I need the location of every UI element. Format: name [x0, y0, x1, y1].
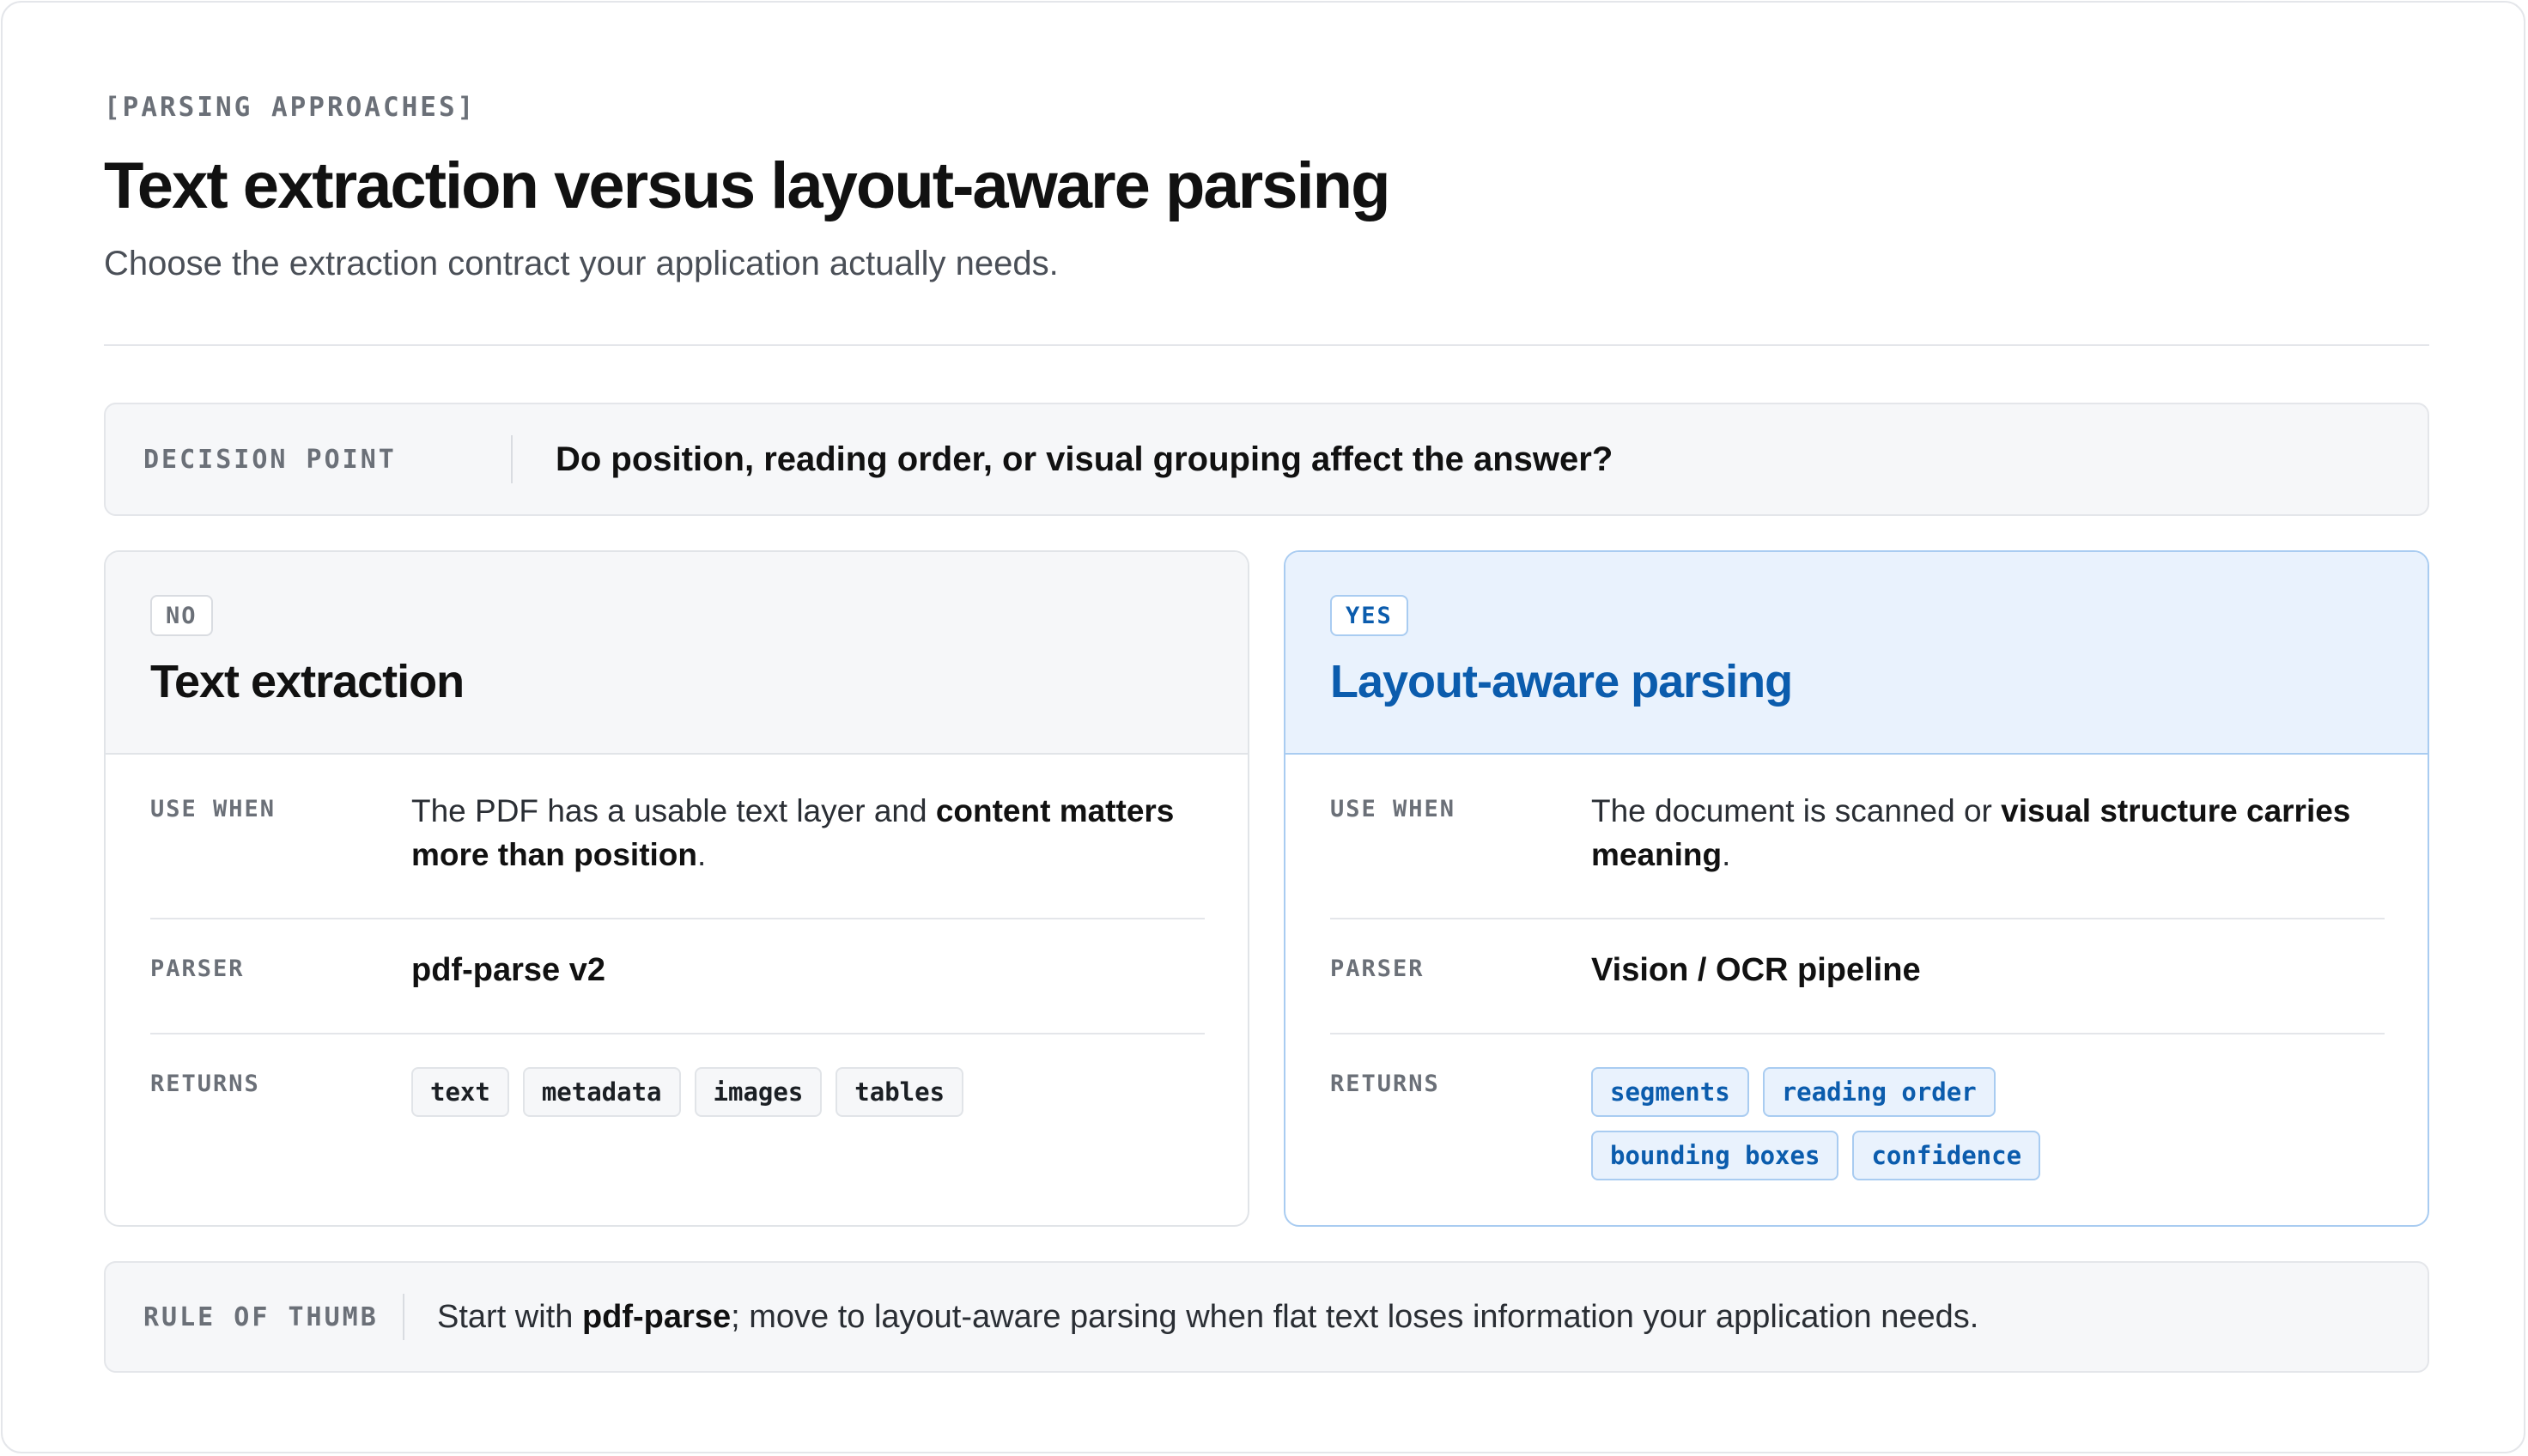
rule-emphasis: pdf-parse: [581, 1298, 732, 1335]
use-when-label: USE WHEN: [1330, 796, 1456, 822]
text-extraction-card: NO Text extraction USE WHEN The PDF has …: [104, 550, 1249, 1227]
use-when-text: The PDF has a usable text layer and: [411, 793, 936, 828]
page-subtitle: Choose the extraction contract your appl…: [104, 245, 1059, 282]
return-chip-bounding-boxes: bounding boxes: [1591, 1131, 1839, 1180]
section-eyebrow: [PARSING APPROACHES]: [104, 92, 477, 123]
layout-aware-parsing-card: YES Layout-aware parsing USE WHEN The do…: [1284, 550, 2429, 1227]
row-divider: [1330, 918, 2385, 919]
row-divider: [150, 1033, 1205, 1034]
returns-chip-list: text metadata images tables: [411, 1067, 1064, 1117]
returns-label: RETURNS: [150, 1071, 260, 1097]
parser-value: Vision / OCR pipeline: [1591, 952, 1921, 988]
return-chip-reading-order: reading order: [1762, 1067, 1996, 1117]
rule-prefix: Start with: [437, 1298, 582, 1335]
rule-of-thumb-text: Start with pdf-parse; move to layout-awa…: [437, 1263, 1978, 1371]
return-chip-text: text: [411, 1067, 509, 1117]
use-when-period: .: [1722, 837, 1731, 872]
rule-of-thumb-panel: RULE OF THUMB Start with pdf-parse; move…: [104, 1261, 2429, 1373]
verdict-badge-yes: YES: [1330, 595, 1408, 636]
return-chip-images: images: [694, 1067, 823, 1117]
use-when-label: USE WHEN: [150, 796, 276, 822]
returns-label: RETURNS: [1330, 1071, 1440, 1097]
return-chip-segments: segments: [1591, 1067, 1749, 1117]
verdict-badge-no: NO: [150, 595, 213, 636]
diagram-frame: [PARSING APPROACHES] Text extraction ver…: [1, 1, 2525, 1453]
parser-label: PARSER: [150, 956, 245, 982]
rule-of-thumb-label: RULE OF THUMB: [143, 1301, 379, 1332]
rule-suffix: ; move to layout-aware parsing when flat…: [731, 1298, 1979, 1335]
header-divider: [104, 344, 2429, 346]
parser-label: PARSER: [1330, 956, 1425, 982]
decision-point-label: DECISION POINT: [143, 444, 397, 475]
decision-point-panel: DECISION POINT Do position, reading orde…: [104, 403, 2429, 516]
parser-value: pdf-parse v2: [411, 952, 605, 988]
decision-point-separator: [511, 435, 513, 483]
row-divider: [1330, 1033, 2385, 1034]
page-title: Text extraction versus layout-aware pars…: [104, 149, 1390, 222]
use-when-text: The document is scanned or: [1591, 793, 2002, 828]
decision-point-question: Do position, reading order, or visual gr…: [556, 440, 1613, 478]
row-divider: [150, 918, 1205, 919]
return-chip-confidence: confidence: [1852, 1131, 2041, 1180]
use-when-period: .: [697, 837, 707, 872]
return-chip-tables: tables: [836, 1067, 964, 1117]
card-title: Text extraction: [150, 656, 465, 707]
card-header: NO Text extraction: [106, 552, 1248, 755]
card-title: Layout-aware parsing: [1330, 656, 1793, 707]
card-header: YES Layout-aware parsing: [1285, 552, 2428, 755]
returns-chip-list: segments reading order bounding boxes co…: [1591, 1067, 2244, 1180]
return-chip-metadata: metadata: [522, 1067, 681, 1117]
use-when-value: The PDF has a usable text layer and cont…: [411, 789, 1184, 877]
rule-of-thumb-separator: [403, 1294, 404, 1340]
use-when-value: The document is scanned or visual struct…: [1591, 789, 2364, 877]
